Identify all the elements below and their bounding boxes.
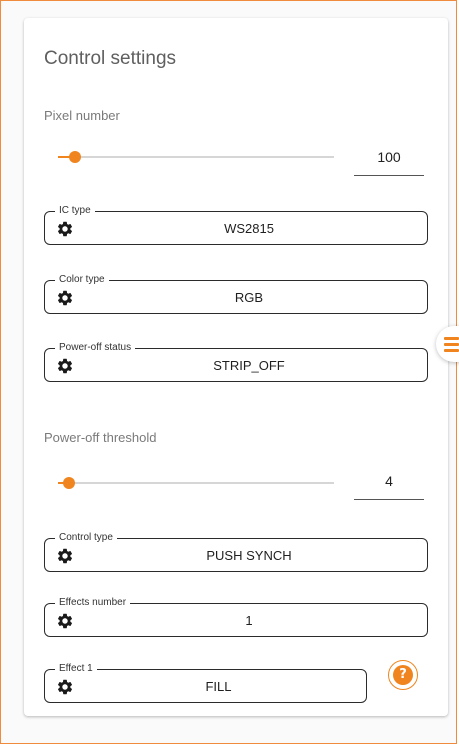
gear-icon [57, 358, 73, 374]
effects-number-select[interactable]: Effects number 1 [44, 596, 428, 637]
color-type-value: RGB [234, 290, 264, 305]
control-settings-card: Control settings Pixel number 100 IC typ… [24, 18, 448, 716]
effect-1-value: FILL [205, 679, 232, 694]
gear-icon [57, 290, 73, 306]
pixel-number-slider-thumb[interactable] [68, 151, 81, 163]
pixel-number-label: Pixel number [44, 108, 120, 123]
power-off-threshold-slider-thumb[interactable] [63, 477, 76, 489]
gear-icon [57, 221, 73, 237]
effect-1-select[interactable]: Effect 1 FILL [44, 662, 367, 703]
help-button[interactable]: ? [388, 660, 418, 690]
control-type-value: PUSH SYNCH [206, 548, 292, 563]
power-off-threshold-slider[interactable] [58, 477, 334, 489]
gear-icon [57, 548, 73, 564]
help-icon: ? [393, 665, 413, 685]
effects-number-value: 1 [245, 613, 253, 628]
ic-type-select[interactable]: IC type WS2815 [44, 204, 428, 245]
power-off-status-value: STRIP_OFF [213, 358, 285, 373]
ic-type-value: WS2815 [224, 221, 274, 236]
page-title: Control settings [44, 48, 177, 69]
control-type-select[interactable]: Control type PUSH SYNCH [44, 531, 428, 572]
power-off-status-select[interactable]: Power-off status STRIP_OFF [44, 341, 428, 382]
pixel-number-slider[interactable] [58, 151, 334, 163]
gear-icon [57, 613, 73, 629]
power-off-threshold-label: Power-off threshold [44, 430, 157, 445]
gear-icon [57, 679, 73, 695]
pixel-number-input[interactable]: 100 [354, 144, 424, 176]
power-off-threshold-input[interactable]: 4 [354, 468, 424, 500]
color-type-select[interactable]: Color type RGB [44, 273, 428, 314]
